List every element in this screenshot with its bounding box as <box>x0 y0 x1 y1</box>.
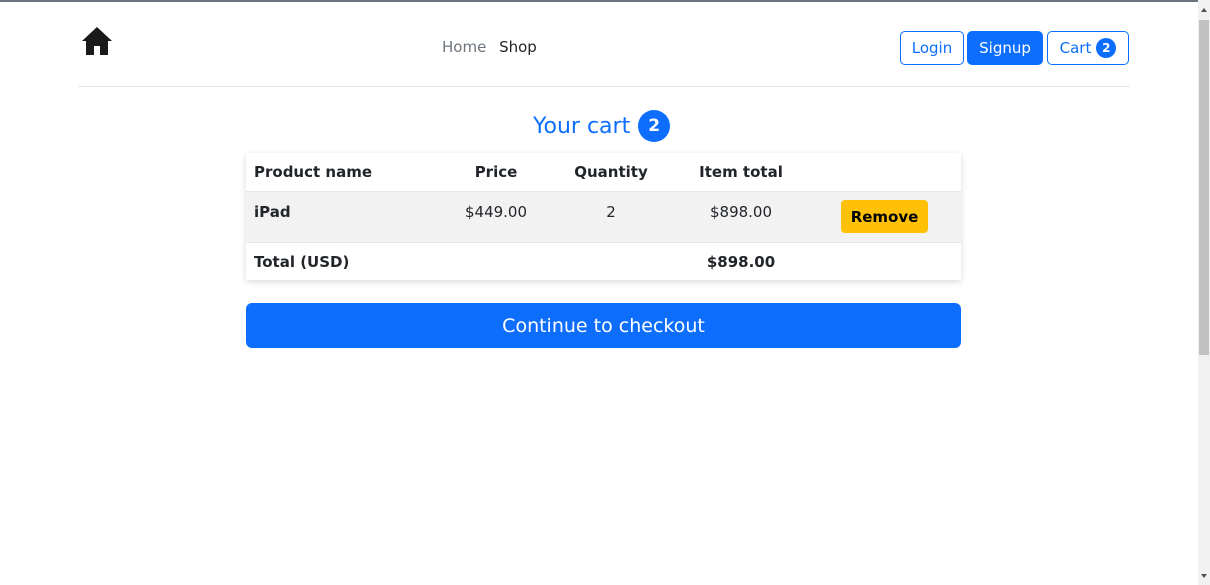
column-header-product: Product name <box>254 163 373 181</box>
table-total-row: Total (USD) $898.00 <box>246 242 961 281</box>
nav-shop[interactable]: Shop <box>499 38 537 56</box>
total-value: $898.00 <box>706 253 776 271</box>
signup-label: Signup <box>979 39 1031 57</box>
column-header-quantity: Quantity <box>574 163 648 181</box>
scroll-down-arrow-icon[interactable] <box>1198 570 1210 584</box>
cart-title-badge: 2 <box>638 110 671 142</box>
cart-count-badge: 2 <box>1096 38 1117 58</box>
column-header-item-total: Item total <box>699 163 783 181</box>
top-border <box>0 0 1198 2</box>
login-button[interactable]: Login <box>900 31 964 65</box>
vertical-scrollbar[interactable] <box>1198 0 1210 585</box>
column-header-price: Price <box>474 163 518 181</box>
cart-title-text: Your cart <box>533 113 631 139</box>
cart-button[interactable]: Cart 2 <box>1047 31 1129 65</box>
signup-button[interactable]: Signup <box>967 31 1043 65</box>
total-label: Total (USD) <box>254 253 350 271</box>
checkout-label: Continue to checkout <box>502 314 705 337</box>
header-divider <box>78 86 1130 87</box>
scrollbar-thumb[interactable] <box>1199 20 1209 355</box>
table-row: iPad $449.00 2 $898.00 Remove <box>246 191 961 243</box>
product-item-total: $898.00 <box>709 203 773 221</box>
cart-table: Product name Price Quantity Item total i… <box>246 153 961 280</box>
house-icon[interactable] <box>80 24 114 58</box>
main-nav: Home Shop <box>442 38 545 56</box>
nav-home[interactable]: Home <box>442 38 486 56</box>
product-price: $449.00 <box>464 203 528 221</box>
remove-label: Remove <box>850 207 919 226</box>
product-name: iPad <box>254 203 291 221</box>
page-title: Your cart 2 <box>533 110 671 142</box>
checkout-button[interactable]: Continue to checkout <box>246 303 961 348</box>
cart-label: Cart <box>1059 39 1092 57</box>
table-header-row: Product name Price Quantity Item total <box>246 153 961 191</box>
product-quantity: 2 <box>606 203 616 221</box>
scroll-up-arrow-icon[interactable] <box>1198 4 1210 18</box>
remove-button[interactable]: Remove <box>841 200 928 233</box>
login-label: Login <box>911 39 953 57</box>
